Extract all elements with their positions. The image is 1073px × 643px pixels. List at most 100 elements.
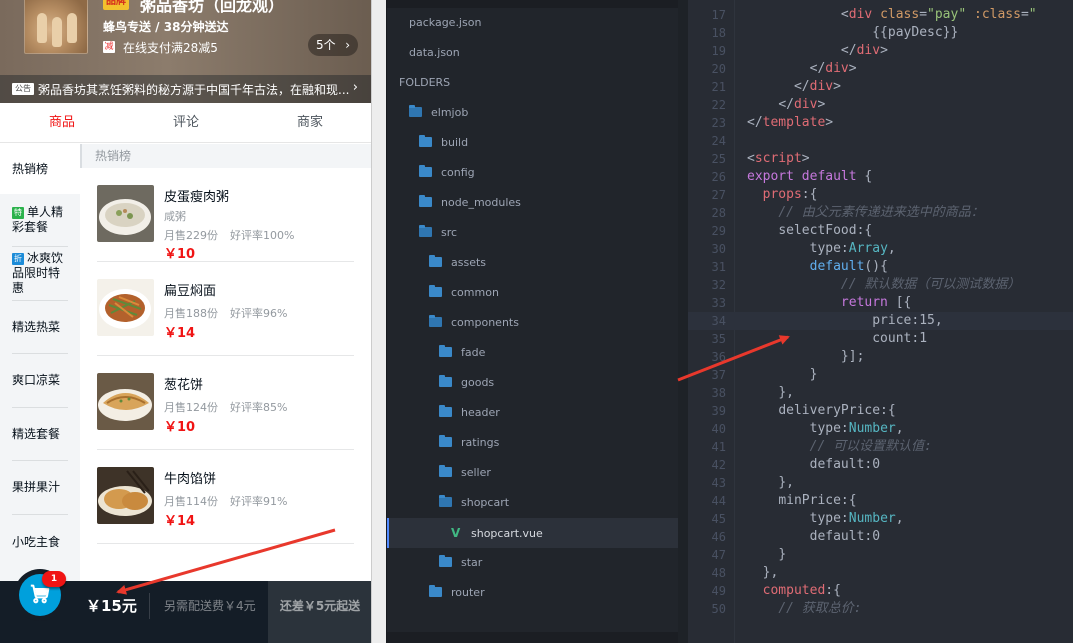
code-text: selectFood:{ — [778, 223, 873, 238]
mobile-app: 品牌 粥品香坊（回龙观） 蜂鸟专送 / 38分钟送达 减 在线支付满28减5 5… — [0, 0, 372, 643]
folder-icon — [439, 555, 452, 567]
food-rating: 好评率91% — [230, 495, 288, 508]
tree-item-label: src — [441, 226, 458, 239]
tree-folder[interactable]: fade — [387, 338, 678, 368]
tree-folder[interactable]: router — [387, 578, 678, 608]
checkout-button[interactable]: 还差￥5元起送 — [268, 581, 371, 643]
tree-folder[interactable]: star — [387, 548, 678, 578]
tab-seller[interactable]: 商家 — [248, 103, 371, 142]
bulletin-bar[interactable]: 公告 粥品香坊其烹饪粥料的秘方源于中国千年古法，在融和现... › — [0, 75, 371, 103]
discount-count-button[interactable]: 5个 › — [308, 34, 358, 56]
line-number: 23 — [711, 116, 726, 130]
code-editor[interactable]: 17 <div class="pay" :class=" 18 {{payDesc… — [688, 0, 1073, 643]
tab-ratings[interactable]: 评论 — [124, 103, 248, 142]
line-number: 34 — [711, 314, 726, 328]
food-item[interactable]: 扁豆焖面 月售188份 好评率96% ￥14 — [97, 262, 354, 356]
food-stats: 月售229份 好评率100% — [164, 227, 294, 243]
chevron-right-icon: › — [345, 38, 350, 52]
tree-folder[interactable]: common — [387, 278, 678, 308]
menu-item-cold-dishes[interactable]: 爽口凉菜 — [0, 354, 80, 408]
folder-icon — [419, 135, 432, 147]
line-number: 37 — [711, 368, 726, 382]
tree-item-label: common — [451, 286, 499, 299]
tree-folder[interactable]: seller — [387, 458, 678, 488]
food-rating: 好评率100% — [230, 229, 295, 242]
line-number: 30 — [711, 242, 726, 256]
brand-badge: 品牌 — [103, 0, 129, 10]
folder-open-icon — [439, 495, 452, 507]
food-name: 牛肉馅饼 — [164, 472, 217, 487]
tab-goods[interactable]: 商品 — [0, 103, 124, 142]
food-sell-count: 月售188份 — [164, 307, 218, 320]
food-desc: 咸粥 — [164, 210, 186, 223]
tree-item-label: router — [451, 586, 485, 599]
code-text: // 可以设置默认值: — [809, 439, 932, 454]
tree-item-label: elmjob — [431, 106, 469, 119]
menu-item-hot[interactable]: 热销榜 — [0, 144, 80, 194]
code-text: </div> — [809, 61, 857, 76]
code-line: 20 </div> — [688, 60, 1073, 78]
tree-folder[interactable]: build — [387, 128, 678, 158]
vue-file-icon: V — [451, 526, 461, 540]
folder-icon — [429, 255, 442, 267]
food-name: 葱花饼 — [164, 378, 204, 393]
food-item[interactable]: 牛肉馅饼 月售114份 好评率91% ￥14 — [97, 450, 354, 544]
tree-folder[interactable]: assets — [387, 248, 678, 278]
code-line: 19 </div> — [688, 42, 1073, 60]
tree-folder[interactable]: src — [387, 218, 678, 248]
cart-count-badge: 1 — [42, 571, 66, 587]
code-line: 22 </div> — [688, 96, 1073, 114]
tree-item-label: seller — [461, 466, 491, 479]
food-sell-count: 月售229份 — [164, 229, 218, 242]
code-line: 24 — [688, 132, 1073, 150]
code-text: </div> — [840, 43, 888, 58]
food-item[interactable]: 皮蛋瘦肉粥 咸粥 月售229份 好评率100% ￥10 — [97, 168, 354, 262]
food-item[interactable]: 葱花饼 月售124份 好评率85% ￥10 — [97, 356, 354, 450]
tree-item-label: shopcart — [461, 496, 510, 509]
menu-item-drinks[interactable]: 折冰爽饮品限时特惠 — [0, 247, 80, 301]
tree-item-label: package.json — [409, 16, 482, 29]
shopping-cart-bar: 1 ￥15元 另需配送费￥4元 还差￥5元起送 — [0, 569, 371, 643]
tree-folder[interactable]: header — [387, 398, 678, 428]
code-text: }, — [762, 565, 779, 580]
code-text: export default { — [747, 169, 873, 184]
tree-item-label: FOLDERS — [399, 76, 451, 89]
line-number: 47 — [711, 548, 726, 562]
menu-item-combo[interactable]: 精选套餐 — [0, 408, 80, 461]
tree-folder[interactable]: shopcart — [387, 488, 678, 518]
menu-item-label: 热销榜 — [12, 161, 49, 176]
code-text: <script> — [747, 151, 810, 166]
file-tree-sidebar: package.json data.json FOLDERS elmjob build c… — [386, 0, 678, 643]
folder-icon — [429, 285, 442, 297]
tree-file[interactable]: package.json — [387, 8, 678, 38]
tree-section-header[interactable]: FOLDERS — [387, 68, 678, 98]
line-number: 27 — [711, 188, 726, 202]
shop-avatar — [24, 0, 88, 54]
tree-file[interactable]: data.json — [387, 38, 678, 68]
shop-name: 粥品香坊（回龙观） — [140, 0, 285, 15]
menu-item-snacks[interactable]: 小吃主食 — [0, 515, 80, 569]
menu-item-hot-dishes[interactable]: 精选热菜 — [0, 301, 80, 354]
code-line: 46 default:0 — [688, 528, 1073, 546]
folder-open-icon — [409, 105, 422, 117]
code-text: default:0 — [809, 529, 881, 544]
code-line: 23 </template> — [688, 114, 1073, 132]
tree-folder[interactable]: node_modules — [387, 188, 678, 218]
folder-icon — [439, 375, 452, 387]
line-number: 17 — [711, 8, 726, 22]
line-number: 46 — [711, 530, 726, 544]
tree-folder[interactable]: components — [387, 308, 678, 338]
tree-folder[interactable]: ratings — [387, 428, 678, 458]
tree-folder[interactable]: config — [387, 158, 678, 188]
line-number: 50 — [711, 602, 726, 616]
tree-folder[interactable]: goods — [387, 368, 678, 398]
tree-file[interactable]: Vshopcart.vue — [387, 518, 678, 548]
code-text: </template> — [747, 115, 834, 130]
tree-item-label: node_modules — [441, 196, 521, 209]
tree-folder[interactable]: elmjob — [387, 98, 678, 128]
line-number: 25 — [711, 152, 726, 166]
menu-item-label: 爽口凉菜 — [12, 373, 61, 387]
tree-item-label: goods — [461, 376, 495, 389]
menu-item-juice[interactable]: 果拼果汁 — [0, 461, 80, 515]
menu-item-single-set[interactable]: 特单人精彩套餐 — [0, 194, 80, 247]
